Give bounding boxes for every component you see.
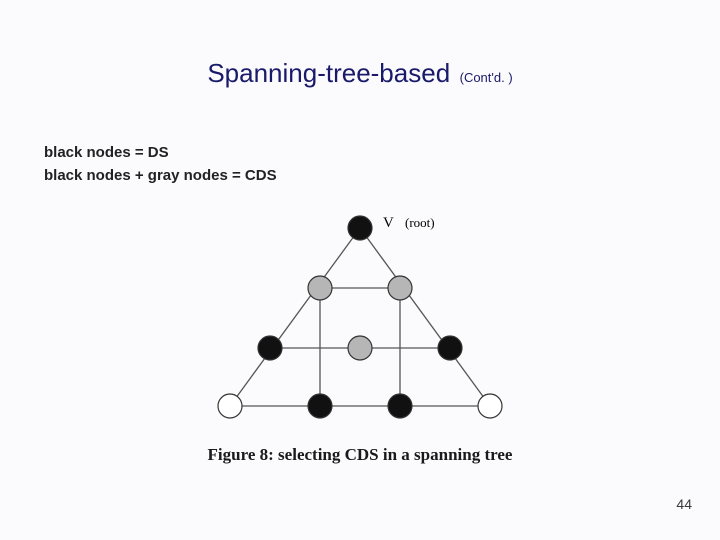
root-label-v: V <box>383 215 394 231</box>
slide-title: Spanning-tree-based <box>207 58 450 88</box>
root-label-root: (root) <box>405 215 435 230</box>
figure-diagram: V (root) <box>165 210 555 430</box>
edges-group <box>230 228 490 406</box>
spanning-tree-svg: V (root) <box>165 210 555 430</box>
legend-block: black nodes = DS black nodes + gray node… <box>44 142 277 187</box>
slide-title-row: Spanning-tree-based (Cont'd. ) <box>0 58 720 89</box>
legend-line-1: black nodes = DS <box>44 142 277 165</box>
page-number: 44 <box>676 496 692 512</box>
slide-contd: (Cont'd. ) <box>460 70 513 85</box>
legend-line-2: black nodes + gray nodes = CDS <box>44 165 277 188</box>
nodes-group <box>218 216 502 418</box>
figure-caption: Figure 8: selecting CDS in a spanning tr… <box>0 445 720 465</box>
